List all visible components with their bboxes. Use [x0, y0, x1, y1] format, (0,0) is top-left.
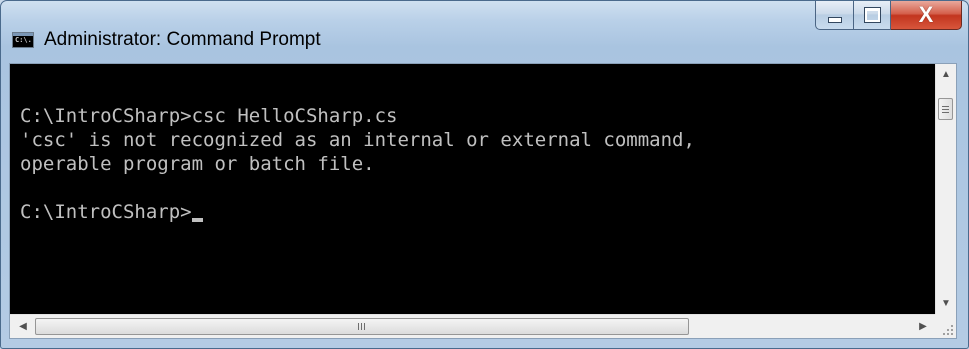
title-bar[interactable]: C:\. Administrator: Command Prompt X — [1, 1, 968, 63]
maximize-button[interactable] — [854, 1, 891, 30]
horizontal-scrollbar[interactable]: ◀ ▶ — [10, 314, 936, 338]
grip-line — [358, 323, 359, 330]
grip-line — [942, 112, 949, 113]
grip-dot — [951, 329, 953, 331]
scroll-right-arrow-icon[interactable]: ▶ — [913, 315, 933, 338]
grip-line — [942, 106, 949, 107]
size-grip-icon[interactable] — [935, 314, 956, 338]
grip-dot — [947, 333, 949, 335]
window-title: Administrator: Command Prompt — [44, 29, 321, 50]
caption-buttons: X — [815, 1, 962, 31]
command-prompt-window: C:\. Administrator: Command Prompt X C:\… — [0, 0, 969, 349]
grip-dot — [943, 333, 945, 335]
cmd-icon[interactable]: C:\. — [12, 32, 34, 48]
minimize-button[interactable] — [815, 1, 854, 30]
console-prompt: C:\IntroCSharp> — [20, 201, 192, 223]
grip-dot — [951, 325, 953, 327]
grip-dot — [951, 333, 953, 335]
maximize-icon — [863, 7, 881, 23]
close-button[interactable]: X — [891, 1, 962, 30]
console-client-area: C:\IntroCSharp>csc HelloCSharp.cs 'csc' … — [9, 63, 957, 339]
scroll-left-arrow-icon[interactable]: ◀ — [13, 315, 33, 338]
console-line: C:\IntroCSharp>csc HelloCSharp.cs — [20, 105, 398, 127]
grip-line — [361, 323, 362, 330]
text-cursor — [191, 218, 203, 222]
vertical-scrollbar[interactable]: ▲ ▼ — [935, 64, 956, 315]
console-line: 'csc' is not recognized as an internal o… — [20, 129, 695, 151]
close-icon: X — [918, 2, 934, 27]
minimize-icon — [827, 17, 842, 23]
cmd-icon-label: C:\. — [15, 36, 32, 44]
console-line: operable program or batch file. — [20, 153, 375, 175]
scroll-up-arrow-icon[interactable]: ▲ — [936, 66, 956, 84]
scroll-down-arrow-icon[interactable]: ▼ — [936, 295, 956, 313]
vertical-scroll-thumb[interactable] — [938, 98, 953, 120]
grip-line — [364, 323, 365, 330]
horizontal-scroll-thumb[interactable] — [35, 318, 689, 335]
console-prompt-line: C:\IntroCSharp> — [20, 200, 936, 224]
grip-dot — [947, 329, 949, 331]
console-output[interactable]: C:\IntroCSharp>csc HelloCSharp.cs 'csc' … — [10, 64, 936, 315]
grip-line — [942, 109, 949, 110]
